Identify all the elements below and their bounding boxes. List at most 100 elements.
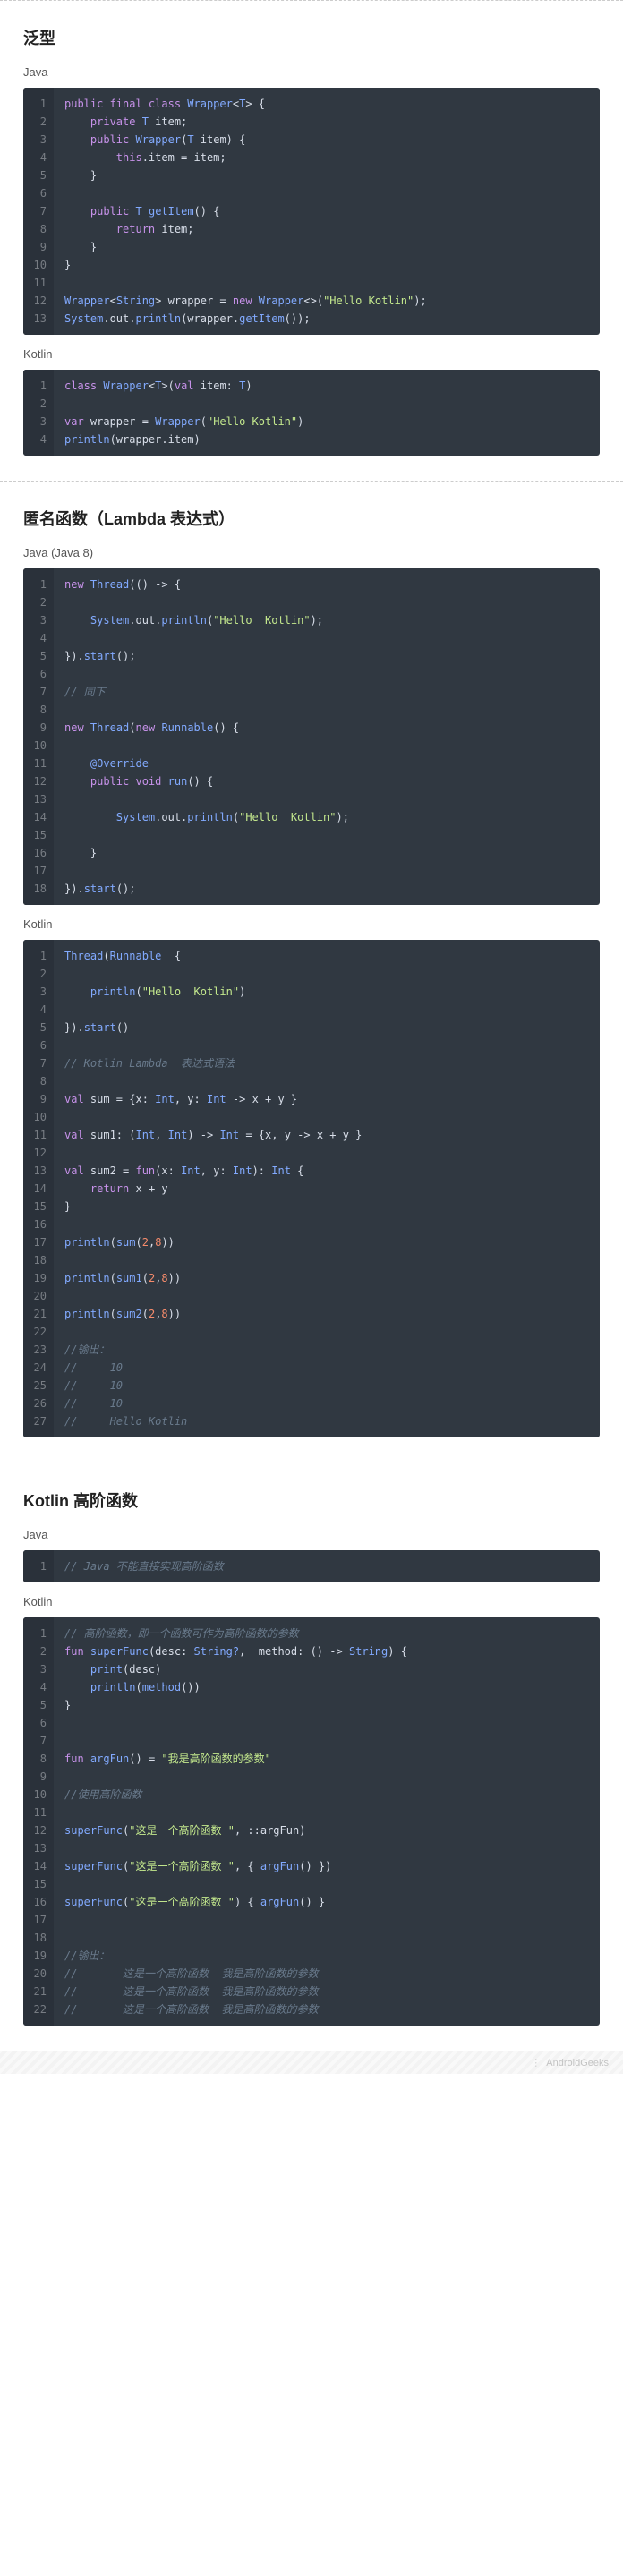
line-number: 21 xyxy=(23,1983,54,2000)
line-number: 8 xyxy=(23,220,54,238)
section: 泛型Java12345678910111213public final clas… xyxy=(0,1,623,481)
line-number: 1 xyxy=(23,576,54,593)
line-number: 3 xyxy=(23,1660,54,1678)
line-number: 19 xyxy=(23,1269,54,1287)
line-number: 4 xyxy=(23,149,54,166)
code-content[interactable]: new Thread(() -> { System.out.println("H… xyxy=(54,568,600,905)
code-content[interactable]: Thread(Runnable { println("Hello Kotlin"… xyxy=(54,940,600,1437)
language-label: Kotlin xyxy=(23,1595,600,1608)
line-number-gutter: 1 xyxy=(23,1550,54,1582)
line-number: 4 xyxy=(23,629,54,647)
line-number: 1 xyxy=(23,1557,54,1575)
line-number: 7 xyxy=(23,202,54,220)
code-block: 123456789101112131415161718new Thread(()… xyxy=(23,568,600,905)
line-number: 12 xyxy=(23,1144,54,1162)
line-number: 5 xyxy=(23,166,54,184)
section-title: Kotlin 高阶函数 xyxy=(23,1488,600,1512)
line-number: 12 xyxy=(23,292,54,310)
section-title: 匿名函数（Lambda 表达式） xyxy=(23,507,600,530)
line-number: 4 xyxy=(23,431,54,448)
line-number: 9 xyxy=(23,719,54,737)
line-number: 14 xyxy=(23,808,54,826)
line-number: 5 xyxy=(23,647,54,665)
code-block: 1// Java 不能直接实现高阶函数 xyxy=(23,1550,600,1582)
line-number: 9 xyxy=(23,1090,54,1108)
line-number-gutter: 12345678910111213 xyxy=(23,88,54,335)
code-block: 1234class Wrapper<T>(val item: T) var wr… xyxy=(23,370,600,456)
line-number: 3 xyxy=(23,413,54,431)
line-number: 4 xyxy=(23,1001,54,1019)
code-content[interactable]: class Wrapper<T>(val item: T) var wrappe… xyxy=(54,370,600,456)
section: Kotlin 高阶函数Java1// Java 不能直接实现高阶函数Kotlin… xyxy=(0,1463,623,2051)
line-number: 12 xyxy=(23,772,54,790)
line-number: 10 xyxy=(23,1108,54,1126)
line-number-gutter: 1234567891011121314151617181920212223242… xyxy=(23,940,54,1437)
footer-brand-text: AndroidGeeks xyxy=(546,2058,609,2068)
line-number: 11 xyxy=(23,274,54,292)
line-number: 13 xyxy=(23,310,54,328)
footer-menu-icon xyxy=(531,2057,546,2068)
code-content[interactable]: // Java 不能直接实现高阶函数 xyxy=(54,1550,600,1582)
line-number: 9 xyxy=(23,238,54,256)
line-number: 7 xyxy=(23,1054,54,1072)
line-number: 6 xyxy=(23,1714,54,1732)
section: 匿名函数（Lambda 表达式）Java (Java 8)12345678910… xyxy=(0,482,623,1463)
line-number: 17 xyxy=(23,1911,54,1929)
line-number: 18 xyxy=(23,1251,54,1269)
line-number: 11 xyxy=(23,1804,54,1821)
line-number: 16 xyxy=(23,1215,54,1233)
language-label: Java (Java 8) xyxy=(23,546,600,559)
line-number: 19 xyxy=(23,1947,54,1965)
line-number: 3 xyxy=(23,131,54,149)
section-title: 泛型 xyxy=(23,26,600,49)
line-number: 21 xyxy=(23,1305,54,1323)
line-number: 1 xyxy=(23,377,54,395)
code-block: 12345678910111213141516171819202122// 高阶… xyxy=(23,1617,600,2026)
line-number: 14 xyxy=(23,1180,54,1198)
line-number: 5 xyxy=(23,1696,54,1714)
line-number: 15 xyxy=(23,1198,54,1215)
line-number: 25 xyxy=(23,1377,54,1395)
line-number: 23 xyxy=(23,1341,54,1359)
line-number: 9 xyxy=(23,1768,54,1786)
line-number: 11 xyxy=(23,1126,54,1144)
line-number: 11 xyxy=(23,755,54,772)
line-number: 24 xyxy=(23,1359,54,1377)
language-label: Kotlin xyxy=(23,917,600,931)
line-number: 22 xyxy=(23,2000,54,2018)
line-number: 13 xyxy=(23,1162,54,1180)
line-number: 5 xyxy=(23,1019,54,1036)
language-label: Kotlin xyxy=(23,347,600,361)
line-number: 13 xyxy=(23,1839,54,1857)
document-root: 泛型Java12345678910111213public final clas… xyxy=(0,0,623,2051)
line-number: 1 xyxy=(23,947,54,965)
language-label: Java xyxy=(23,1528,600,1541)
line-number: 8 xyxy=(23,701,54,719)
line-number: 17 xyxy=(23,862,54,880)
line-number: 27 xyxy=(23,1412,54,1430)
line-number-gutter: 1234 xyxy=(23,370,54,456)
line-number: 1 xyxy=(23,1625,54,1642)
line-number: 20 xyxy=(23,1287,54,1305)
line-number-gutter: 12345678910111213141516171819202122 xyxy=(23,1617,54,2026)
code-content[interactable]: // 高阶函数，即一个函数可作为高阶函数的参数 fun superFunc(de… xyxy=(54,1617,600,2026)
footer-brand-stripe: AndroidGeeks xyxy=(0,2051,623,2074)
line-number: 2 xyxy=(23,593,54,611)
line-number: 15 xyxy=(23,826,54,844)
language-label: Java xyxy=(23,65,600,79)
line-number: 6 xyxy=(23,665,54,683)
code-content[interactable]: public final class Wrapper<T> { private … xyxy=(54,88,600,335)
code-block: 12345678910111213public final class Wrap… xyxy=(23,88,600,335)
line-number: 3 xyxy=(23,983,54,1001)
line-number: 7 xyxy=(23,683,54,701)
line-number: 13 xyxy=(23,790,54,808)
line-number: 16 xyxy=(23,844,54,862)
line-number: 10 xyxy=(23,256,54,274)
code-block: 1234567891011121314151617181920212223242… xyxy=(23,940,600,1437)
line-number: 17 xyxy=(23,1233,54,1251)
line-number: 12 xyxy=(23,1821,54,1839)
line-number: 10 xyxy=(23,737,54,755)
line-number: 2 xyxy=(23,395,54,413)
line-number: 4 xyxy=(23,1678,54,1696)
line-number: 26 xyxy=(23,1395,54,1412)
